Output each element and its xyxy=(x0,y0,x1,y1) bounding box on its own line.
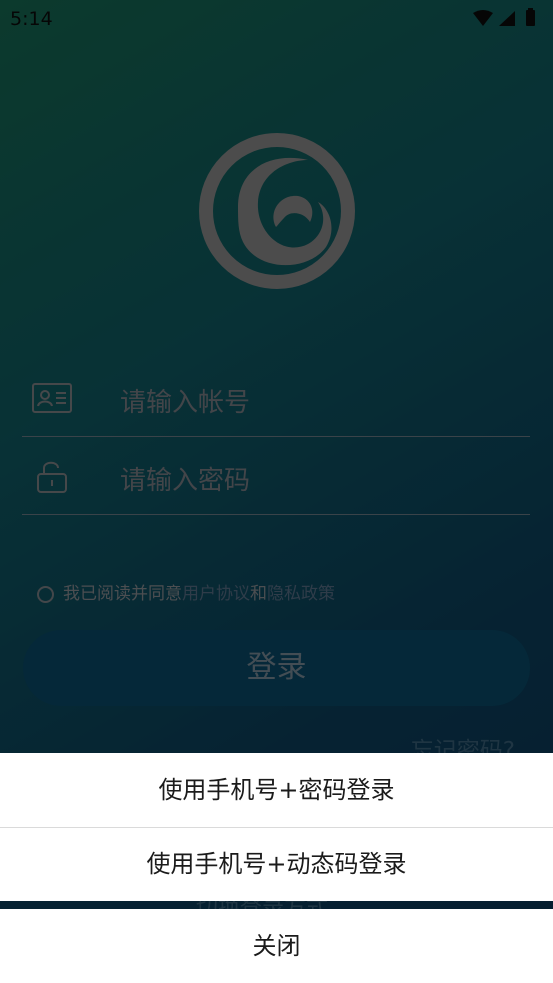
close-sheet-button[interactable]: 关闭 xyxy=(0,909,553,983)
login-with-password-option[interactable]: 使用手机号+密码登录 xyxy=(0,753,553,828)
login-with-code-option[interactable]: 使用手机号+动态码登录 xyxy=(0,828,553,901)
